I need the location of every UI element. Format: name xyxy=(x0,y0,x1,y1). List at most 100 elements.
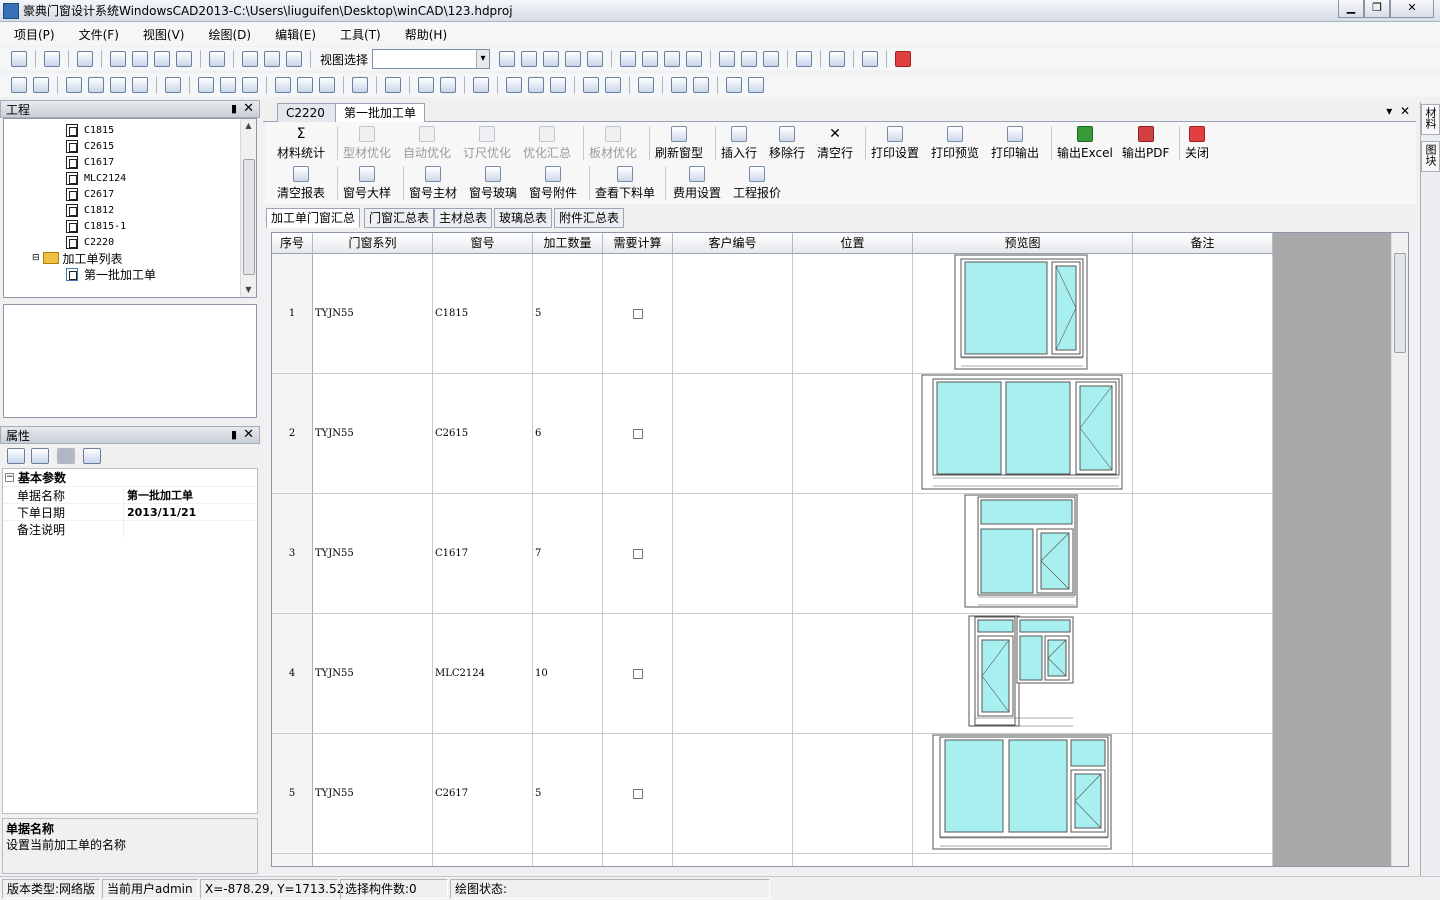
settings-icon[interactable] xyxy=(796,51,813,67)
pan-icon[interactable] xyxy=(565,51,582,67)
menu-view[interactable]: 视图(V) xyxy=(129,26,195,43)
calc-cell[interactable] xyxy=(603,494,673,614)
minimize-button[interactable]: ▁ xyxy=(1338,0,1364,18)
calc-cell[interactable] xyxy=(603,614,673,734)
view-select-dropdown[interactable] xyxy=(372,49,491,69)
property-category[interactable]: − 基本参数 xyxy=(3,469,257,486)
property-pages-icon[interactable] xyxy=(83,448,101,464)
view-cutting-list-button[interactable]: 查看下料单 xyxy=(595,166,655,201)
split-v-icon[interactable] xyxy=(132,77,148,93)
series-cell[interactable]: TYJN55 xyxy=(313,614,433,734)
clear-report-button[interactable]: 清空报表 xyxy=(277,166,325,201)
column-header-remark[interactable]: 备注 xyxy=(1133,233,1273,254)
user-icon[interactable] xyxy=(829,51,846,67)
export-pdf-button[interactable]: 输出PDF xyxy=(1122,126,1169,161)
scroll-down-arrow[interactable]: ▼ xyxy=(241,283,256,297)
remove-row-button[interactable]: 移除行 xyxy=(769,126,805,161)
qty-cell[interactable]: 7 xyxy=(533,494,603,614)
optimize-summary-button[interactable]: 优化汇总 xyxy=(523,126,571,161)
delete-icon[interactable] xyxy=(77,51,93,67)
column-header-location[interactable]: 位置 xyxy=(793,233,913,254)
close-document-icon[interactable]: ✕ xyxy=(1400,104,1410,118)
sheet-optimize-button[interactable]: 板材优化 xyxy=(589,126,637,161)
tab-c2220[interactable]: C2220 xyxy=(277,103,339,122)
zoom-extents-icon[interactable] xyxy=(587,51,604,67)
calc-checkbox[interactable] xyxy=(632,308,643,319)
column-header-preview[interactable]: 预览图 xyxy=(913,233,1133,254)
tree-item[interactable]: C1617 xyxy=(66,154,114,170)
table-row[interactable]: 3 TYJN55 C1617 7 xyxy=(272,494,1273,614)
rect-icon[interactable] xyxy=(297,77,313,93)
tab-first-batch[interactable]: 第一批加工单 xyxy=(335,103,426,123)
code-cell[interactable]: MLC2124 xyxy=(433,614,533,734)
mullion-icon[interactable] xyxy=(66,77,82,93)
customer-cell[interactable] xyxy=(673,734,793,854)
project-quote-button[interactable]: 工程报价 xyxy=(733,166,781,201)
categorized-icon[interactable] xyxy=(7,448,25,464)
pin-icon[interactable]: ▮ xyxy=(231,102,237,115)
sash-icon[interactable] xyxy=(33,77,49,93)
frame-icon[interactable] xyxy=(11,77,27,93)
scroll-thumb[interactable] xyxy=(1394,253,1406,353)
open-project-icon[interactable] xyxy=(44,51,60,67)
column-header-no[interactable]: 序号 xyxy=(272,233,313,254)
size-optimize-button[interactable]: 订尺优化 xyxy=(463,126,511,161)
print-setup-button[interactable]: 打印设置 xyxy=(871,126,919,161)
calculator-icon[interactable] xyxy=(620,51,637,67)
measure-icon[interactable] xyxy=(642,51,659,67)
calc-cell[interactable] xyxy=(603,374,673,494)
table-row[interactable]: 5 TYJN55 C2617 5 xyxy=(272,734,1273,854)
customer-cell[interactable] xyxy=(673,614,793,734)
qty-cell[interactable]: 10 xyxy=(533,614,603,734)
property-row[interactable]: 备注说明 xyxy=(3,520,257,538)
list-icon[interactable] xyxy=(741,51,758,67)
menu-edit[interactable]: 编辑(E) xyxy=(261,26,326,43)
calc-cell[interactable] xyxy=(603,254,673,374)
qty-cell[interactable]: 5 xyxy=(533,734,603,854)
ungroup-icon[interactable] xyxy=(748,77,764,93)
table-row[interactable] xyxy=(272,854,1273,866)
zoom-window-icon[interactable] xyxy=(543,51,560,67)
table-icon[interactable] xyxy=(209,51,225,67)
pin-icon[interactable]: ▮ xyxy=(231,428,237,441)
tree-item[interactable]: MLC2124 xyxy=(66,170,126,186)
tab-window-summary[interactable]: 门窗汇总表 xyxy=(364,208,435,228)
print-output-button[interactable]: 打印输出 xyxy=(991,126,1039,161)
maximize-button[interactable]: ❐ xyxy=(1364,0,1390,18)
calc-checkbox[interactable] xyxy=(632,548,643,559)
table-row[interactable]: 2 TYJN55 C2615 6 xyxy=(272,374,1273,494)
close-window-button[interactable]: ✕ xyxy=(1390,0,1434,18)
remark-cell[interactable] xyxy=(1133,374,1273,494)
layout2-icon[interactable] xyxy=(693,77,709,93)
location-cell[interactable] xyxy=(793,494,913,614)
tree-item[interactable]: C2220 xyxy=(66,234,114,250)
window-accessory-button[interactable]: 窗号附件 xyxy=(529,166,577,201)
export-icon[interactable] xyxy=(719,51,736,67)
alphabetical-icon[interactable] xyxy=(31,448,49,464)
location-cell[interactable] xyxy=(793,254,913,374)
refresh-window-button[interactable]: 刷新窗型 xyxy=(655,126,703,161)
code-cell[interactable]: C2617 xyxy=(433,734,533,854)
delete-x-icon[interactable] xyxy=(506,77,522,93)
table-scrollbar[interactable] xyxy=(1391,233,1408,866)
transom-icon[interactable] xyxy=(88,77,104,93)
menu-tools[interactable]: 工具(T) xyxy=(326,26,391,43)
tree-item-order[interactable]: 第一批加工单 xyxy=(66,266,156,282)
door-icon[interactable] xyxy=(198,77,214,93)
property-row[interactable]: 下单日期 2013/11/21 xyxy=(3,503,257,521)
layout-icon[interactable] xyxy=(671,77,687,93)
tools-icon[interactable] xyxy=(763,51,780,67)
series-cell[interactable]: TYJN55 xyxy=(313,734,433,854)
preview-cell[interactable] xyxy=(913,734,1133,854)
window-glass-button[interactable]: 窗号玻璃 xyxy=(469,166,517,201)
tab-order-summary[interactable]: 加工单门窗汇总 xyxy=(266,208,361,228)
combine-icon[interactable] xyxy=(385,77,401,93)
lines-icon[interactable] xyxy=(319,77,335,93)
series-cell[interactable]: TYJN55 xyxy=(313,374,433,494)
split-h-icon[interactable] xyxy=(110,77,126,93)
material-stats-button[interactable]: Σ 材料统计 xyxy=(277,126,325,161)
preview-cell[interactable] xyxy=(913,374,1133,494)
mirror-v-icon[interactable] xyxy=(605,77,621,93)
window-detail-button[interactable]: 窗号大样 xyxy=(343,166,391,201)
qty-cell[interactable]: 6 xyxy=(533,374,603,494)
